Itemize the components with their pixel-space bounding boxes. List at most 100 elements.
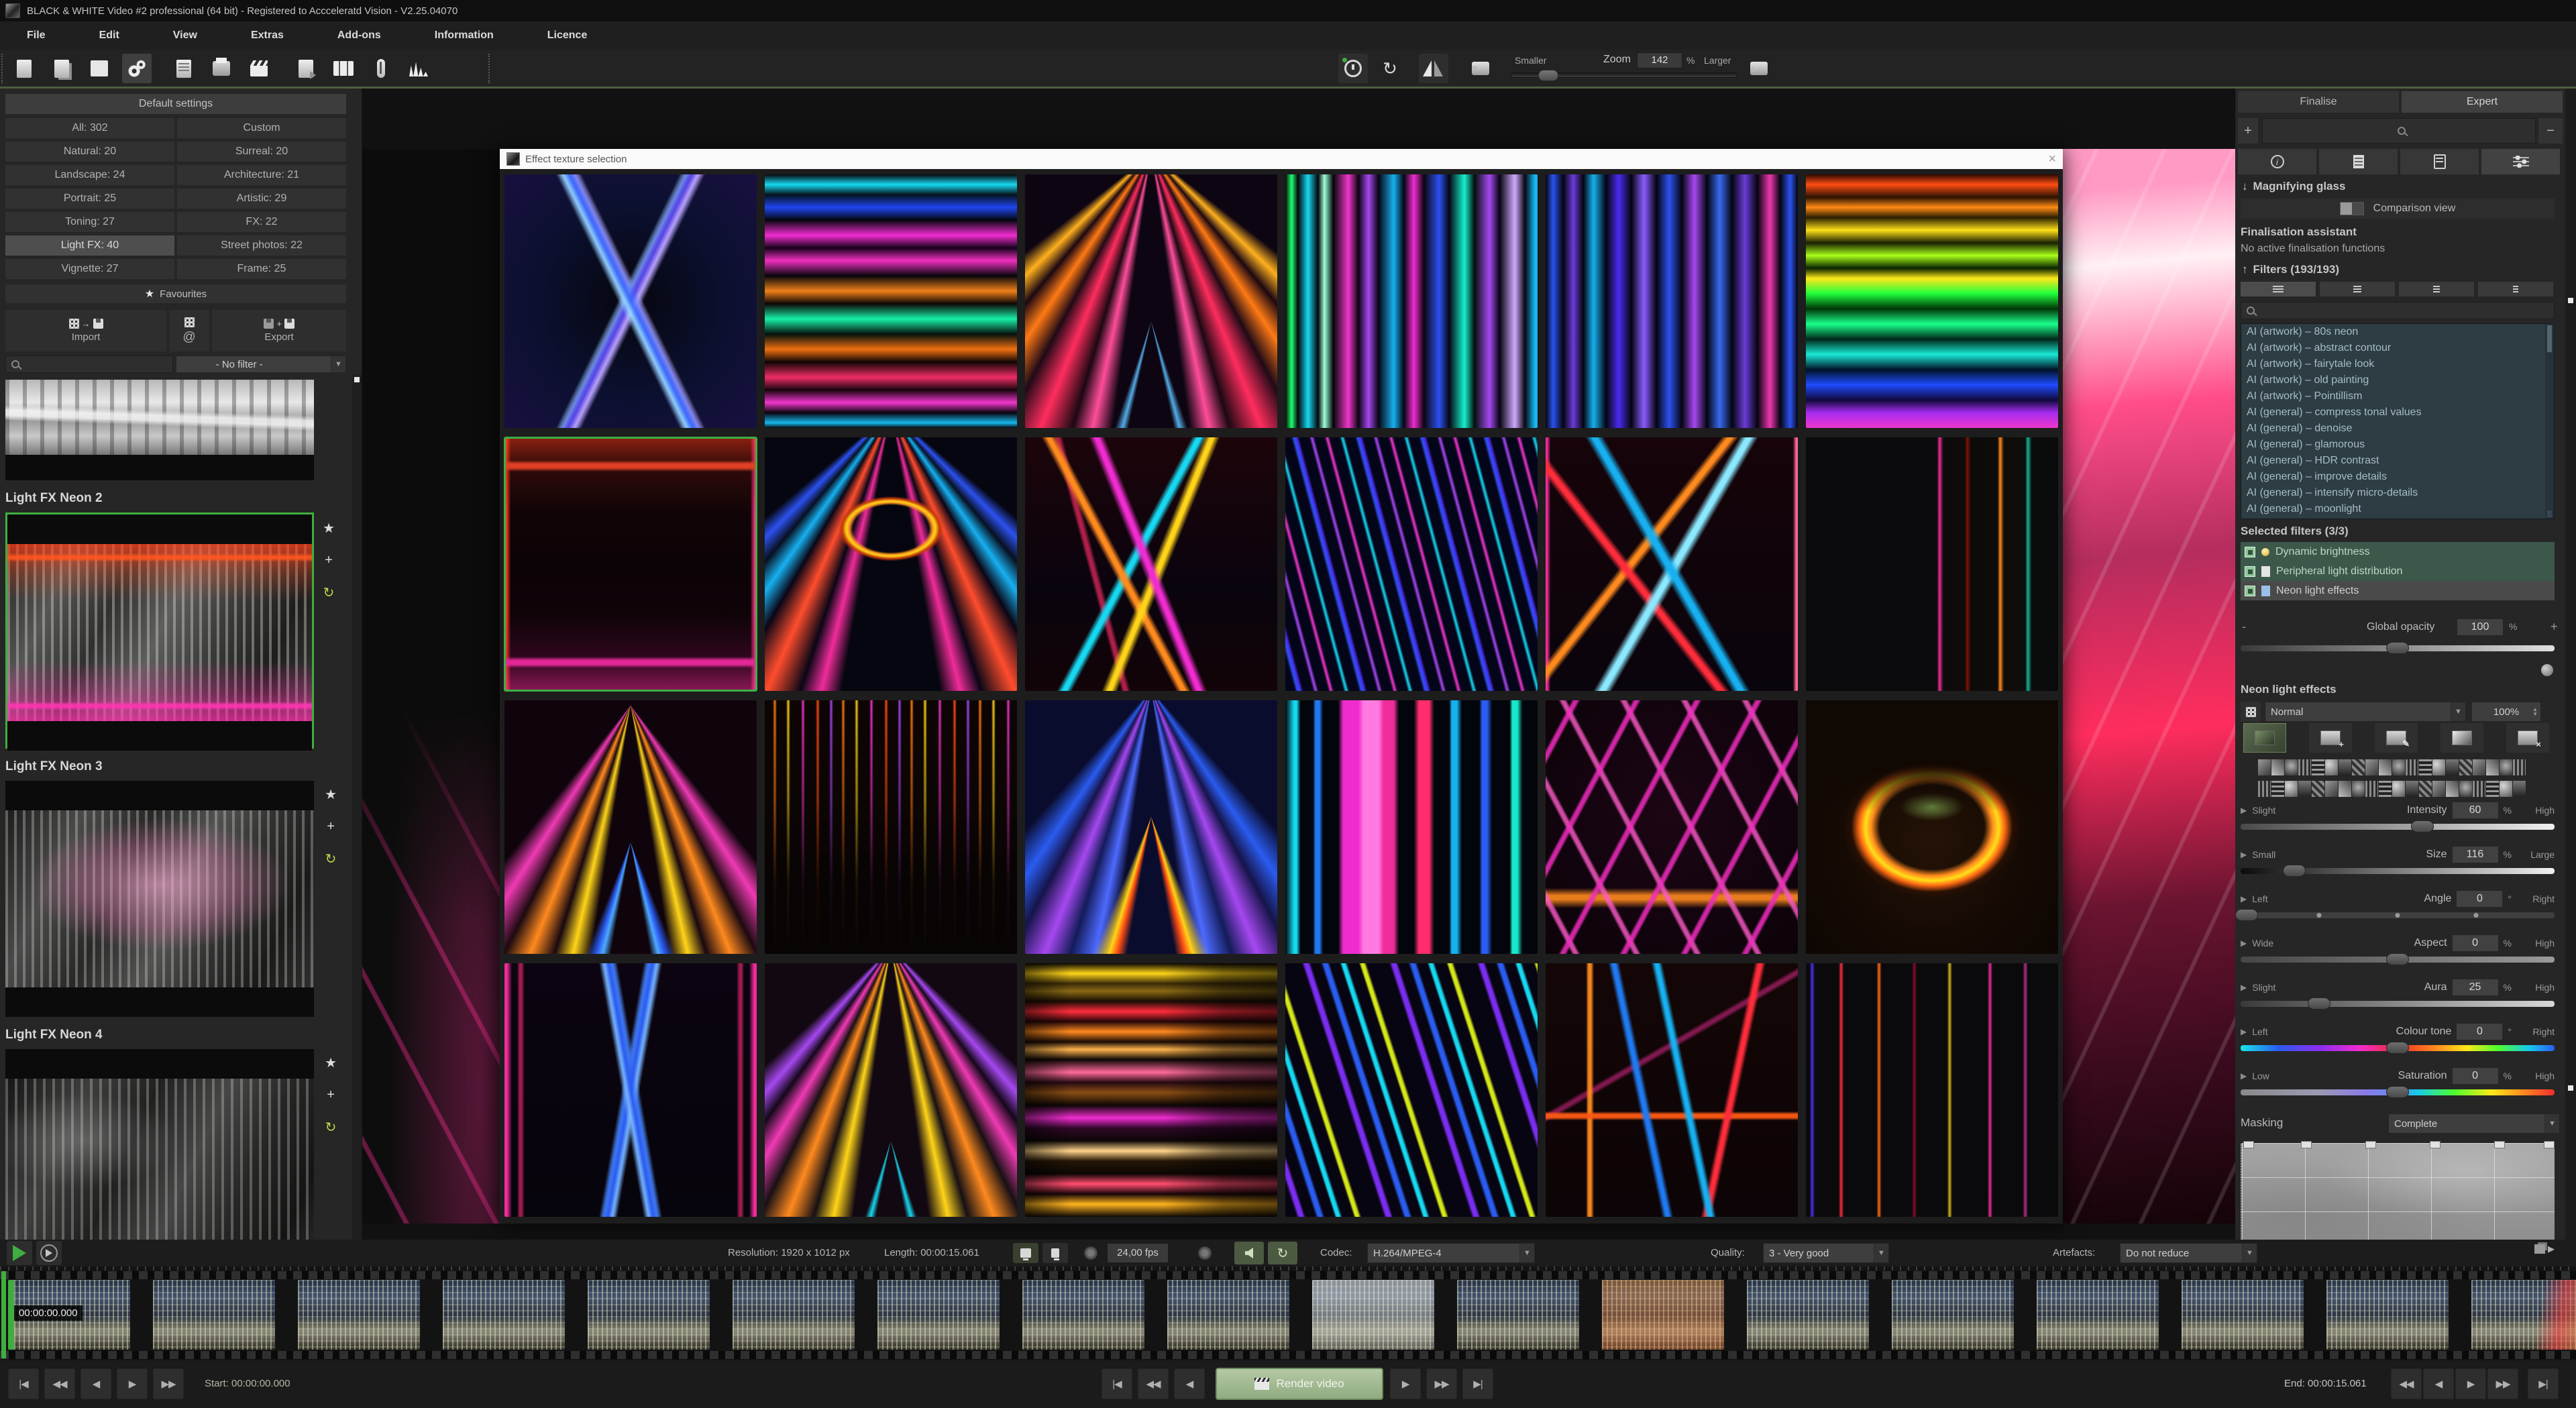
texture-chip[interactable] <box>2432 759 2445 775</box>
texture-tile-chevron-peaks-pink-orange-blue[interactable] <box>504 700 757 954</box>
texture-tile-dark-sparse-vertical-lines[interactable] <box>1806 437 2058 691</box>
texture-chip[interactable] <box>2500 759 2512 775</box>
add-icon[interactable]: + <box>327 819 335 834</box>
add-icon[interactable]: + <box>325 553 333 568</box>
texture-chip[interactable] <box>2312 759 2324 775</box>
tab-expert[interactable]: Expert <box>2402 91 2563 113</box>
default-settings-button[interactable]: Default settings <box>5 94 346 114</box>
transport-center-right-1[interactable]: ▶▶ <box>1426 1368 1457 1399</box>
expander-icon[interactable]: ▶ <box>2241 894 2247 904</box>
view-mode-minimal[interactable] <box>2478 282 2553 296</box>
global-opacity-slider[interactable] <box>2241 645 2555 651</box>
timeline-frame[interactable] <box>2182 1280 2304 1350</box>
texture-tile-blue-diamond-pink-frame[interactable] <box>504 963 757 1217</box>
global-opacity-thumb[interactable] <box>2386 642 2409 654</box>
texture-chip[interactable] <box>2271 759 2284 775</box>
transport-center-right-0[interactable]: ▶ <box>1390 1368 1421 1399</box>
preset-list-scrollbar[interactable] <box>352 374 362 1240</box>
expander-icon[interactable]: ▶ <box>2241 938 2247 948</box>
texture-tile-vertical-lines-blue-purple[interactable] <box>1546 174 1798 428</box>
texture-chip[interactable] <box>2419 759 2432 775</box>
tab-filter-list[interactable] <box>2400 149 2479 174</box>
loop-button[interactable]: ↻ <box>1268 1242 1297 1264</box>
slider-thumb[interactable] <box>2308 997 2330 1010</box>
transport-left-1[interactable]: ◀◀ <box>44 1368 75 1399</box>
filter-item[interactable]: AI (general) – compress tonal values <box>2241 404 2554 421</box>
timeline-frame[interactable] <box>1457 1280 1579 1350</box>
texture-chip[interactable] <box>2339 759 2351 775</box>
timeline-filmstrip[interactable]: 00:00:00.000 <box>0 1266 2576 1360</box>
opacity-minus[interactable]: - <box>2242 620 2246 634</box>
rotate-icon[interactable]: ↻ <box>325 851 337 867</box>
category-natural[interactable]: Natural: 20 <box>5 142 174 162</box>
texture-tile-vertical-bars-cyan-magenta[interactable] <box>1285 700 1538 954</box>
codec-dropdown[interactable]: H.264/MPEG-4▼ <box>1367 1243 1535 1263</box>
opacity-plus[interactable]: + <box>2551 620 2558 634</box>
timeline-frame[interactable] <box>733 1280 855 1350</box>
dialog-title-bar[interactable]: Effect texture selection × <box>500 149 2063 169</box>
texture-tile-zigzag-m-magenta[interactable] <box>1546 700 1798 954</box>
slider-track[interactable] <box>2241 1045 2555 1051</box>
clapperboard-icon[interactable] <box>244 54 274 83</box>
filter-item[interactable]: AI (general) – moonlight <box>2241 501 2554 517</box>
texture-chip[interactable] <box>2298 781 2311 797</box>
texture-frame-button[interactable] <box>2243 723 2286 753</box>
slider-value-field[interactable]: 0 <box>2456 890 2503 908</box>
texture-chip[interactable] <box>2312 781 2324 797</box>
filter-item[interactable]: AI (artwork) – old painting <box>2241 372 2554 388</box>
texture-chip[interactable] <box>2459 781 2472 797</box>
zoom-value-field[interactable]: 142 <box>1637 52 1682 68</box>
category-toning[interactable]: Toning: 27 <box>5 212 174 232</box>
timeline-frame[interactable] <box>153 1280 275 1350</box>
transport-right-3[interactable]: ▶▶ <box>2487 1368 2518 1399</box>
close-icon[interactable]: × <box>2048 152 2056 166</box>
favourite-star-icon[interactable]: ★ <box>323 520 335 537</box>
slider-value-field[interactable]: 0 <box>2452 1067 2499 1085</box>
magnifying-glass-header[interactable]: ↓Magnifying glass <box>2242 180 2345 193</box>
mask-handle[interactable] <box>2494 1141 2505 1148</box>
export-button[interactable]: + Export <box>212 310 346 351</box>
expander-icon[interactable]: ▶ <box>2241 1071 2247 1081</box>
export-frames-icon[interactable]: ▶ <box>2534 1244 2555 1254</box>
texture-chip[interactable] <box>2365 781 2378 797</box>
timer-icon[interactable] <box>1338 54 1368 83</box>
blend-opacity-spinner[interactable]: 100%▲▼ <box>2471 702 2541 722</box>
texture-tile-horizontal-warm-streaks[interactable] <box>1025 963 1277 1217</box>
texture-chip[interactable] <box>2419 781 2432 797</box>
tab-description[interactable] <box>2319 149 2398 174</box>
edit-texture-button[interactable]: ✎ <box>2375 723 2418 753</box>
transport-left-4[interactable]: ▶▶ <box>153 1368 184 1399</box>
filter-item[interactable]: AI (artwork) – abstract contour <box>2241 340 2554 356</box>
filter-item[interactable]: AI (general) – glamorous <box>2241 437 2554 453</box>
blend-grid-icon[interactable] <box>2241 702 2261 722</box>
texture-chip[interactable] <box>2446 759 2459 775</box>
texture-tile-cross-x-cyan-red[interactable] <box>1546 437 1798 691</box>
texture-chip[interactable] <box>2325 781 2338 797</box>
rotate-icon[interactable]: ↻ <box>323 584 335 601</box>
category-landscape[interactable]: Landscape: 24 <box>5 165 174 185</box>
texture-tile-orange-glow-u-shape[interactable] <box>1806 700 2058 954</box>
texture-tile-blue-purple-diamond[interactable] <box>504 174 757 428</box>
render-video-button[interactable]: Render video <box>1216 1368 1383 1400</box>
fps-settings-icon[interactable] <box>1084 1246 1097 1260</box>
texture-chip[interactable] <box>2513 781 2526 797</box>
texture-chip[interactable] <box>2446 781 2459 797</box>
checkbox-checked-icon[interactable] <box>2245 566 2255 577</box>
send-document-icon[interactable] <box>291 54 321 83</box>
timeline-frame[interactable]: 00:00:00.000 <box>8 1280 130 1350</box>
texture-tile-red-magenta-hexagon[interactable] <box>504 437 757 691</box>
slider-thumb[interactable] <box>2411 820 2434 832</box>
category-custom[interactable]: Custom <box>177 118 346 138</box>
timeline-frame[interactable] <box>443 1280 565 1350</box>
monitor-toggle-1[interactable] <box>1013 1243 1038 1263</box>
category-street-photos[interactable]: Street photos: 22 <box>177 235 346 256</box>
category-light-fx[interactable]: Light FX: 40 <box>5 235 174 256</box>
texture-tile-blue-orange-arches[interactable] <box>765 437 1017 691</box>
texture-chip[interactable] <box>2473 781 2485 797</box>
remove-filter-button[interactable]: − <box>2538 118 2563 144</box>
texture-tile-horizontal-neon-bars[interactable] <box>765 174 1017 428</box>
texture-chip[interactable] <box>2258 759 2271 775</box>
mask-handle[interactable] <box>2430 1141 2440 1148</box>
slider-value-field[interactable]: 0 <box>2456 1023 2503 1040</box>
histogram-icon[interactable] <box>404 54 433 83</box>
